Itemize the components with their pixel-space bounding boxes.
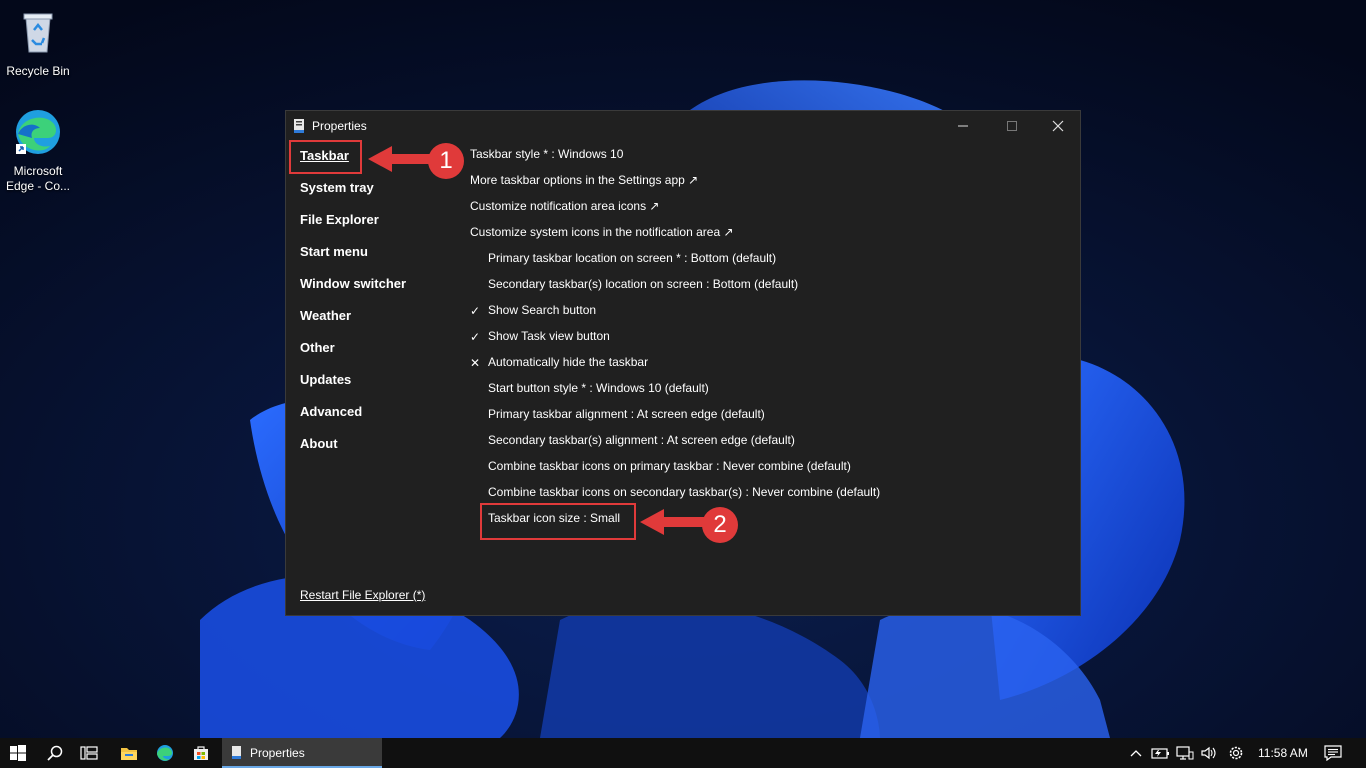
check-icon: ✓	[470, 304, 481, 318]
properties-task-button[interactable]: Properties	[222, 738, 382, 768]
nav-item-file-explorer[interactable]: File Explorer	[300, 213, 406, 245]
minimize-icon	[958, 125, 968, 127]
taskbar: Properties 11:58 AM	[0, 738, 1366, 768]
start-button[interactable]	[0, 738, 36, 768]
search-icon	[47, 745, 63, 761]
taskbar-clock[interactable]: 11:58 AM	[1258, 746, 1308, 760]
settings-list: Taskbar style * : Windows 10 More taskba…	[470, 147, 880, 537]
battery-icon	[1151, 748, 1169, 759]
maximize-icon	[1007, 121, 1017, 131]
restart-explorer-link[interactable]: Restart File Explorer (*)	[300, 588, 425, 602]
highlight-box-taskbar	[289, 140, 362, 174]
setting-combine-primary[interactable]: Combine taskbar icons on primary taskbar…	[470, 459, 880, 485]
edge-shortcut[interactable]: Microsoft Edge - Co...	[0, 108, 76, 194]
setting-show-search[interactable]: ✓ Show Search button	[470, 303, 880, 329]
volume-icon	[1201, 746, 1216, 760]
window-title: Properties	[312, 119, 367, 133]
setting-auto-hide[interactable]: ✕ Automatically hide the taskbar	[470, 355, 880, 381]
store-icon	[194, 746, 208, 760]
task-view-icon	[80, 746, 98, 760]
callout-2: 2	[702, 507, 738, 543]
check-icon: ✓	[470, 330, 481, 344]
show-hidden-icons-button[interactable]	[1126, 738, 1146, 768]
setting-taskbar-style[interactable]: Taskbar style * : Windows 10	[470, 147, 880, 173]
setting-system-icons-link[interactable]: Customize system icons in the notificati…	[470, 225, 880, 251]
properties-window: Properties Taskbar System tray File Expl…	[285, 110, 1081, 616]
edge-icon	[157, 745, 173, 761]
nav-item-start-menu[interactable]: Start menu	[300, 245, 406, 277]
recycle-bin-icon	[23, 13, 53, 53]
maximize-button[interactable]	[989, 111, 1035, 141]
nav-item-about[interactable]: About	[300, 437, 406, 469]
setting-start-button-style[interactable]: Start button style * : Windows 10 (defau…	[470, 381, 880, 407]
desktop-icon-label: Microsoft Edge - Co...	[5, 164, 71, 193]
setting-more-options-link[interactable]: More taskbar options in the Settings app…	[470, 173, 880, 199]
setting-notification-icons-link[interactable]: Customize notification area icons ↗	[470, 199, 880, 225]
nav-item-weather[interactable]: Weather	[300, 309, 406, 341]
app-icon	[232, 746, 241, 759]
battery-button[interactable]	[1148, 738, 1172, 768]
app-icon	[294, 119, 304, 133]
store-taskbar-button[interactable]	[184, 738, 218, 768]
minimize-button[interactable]	[940, 111, 986, 141]
search-button[interactable]	[38, 738, 72, 768]
task-view-button[interactable]	[72, 738, 106, 768]
start-icon	[10, 745, 26, 761]
close-icon	[1052, 120, 1064, 132]
setting-secondary-alignment[interactable]: Secondary taskbar(s) alignment : At scre…	[470, 433, 880, 459]
notification-center-button[interactable]	[1318, 738, 1348, 768]
setting-primary-alignment[interactable]: Primary taskbar alignment : At screen ed…	[470, 407, 880, 433]
nav-item-system-tray[interactable]: System tray	[300, 181, 406, 213]
nav-item-advanced[interactable]: Advanced	[300, 405, 406, 437]
notification-icon	[1324, 745, 1342, 761]
chevron-up-icon	[1130, 750, 1142, 757]
edge-taskbar-button[interactable]	[148, 738, 182, 768]
settings-nav: Taskbar System tray File Explorer Start …	[300, 149, 406, 469]
close-button[interactable]	[1035, 111, 1081, 141]
recycle-bin-shortcut[interactable]: Recycle Bin	[0, 8, 76, 79]
title-bar[interactable]: Properties	[286, 111, 1080, 141]
setting-primary-location[interactable]: Primary taskbar location on screen * : B…	[470, 251, 880, 277]
file-explorer-button[interactable]	[112, 738, 146, 768]
desktop-icon-label: Recycle Bin	[6, 64, 70, 78]
highlight-box-icon-size	[480, 503, 636, 540]
task-label: Properties	[250, 746, 305, 760]
nav-item-updates[interactable]: Updates	[300, 373, 406, 405]
nav-item-other[interactable]: Other	[300, 341, 406, 373]
cross-icon: ✕	[470, 356, 481, 370]
settings-icon	[1229, 746, 1243, 760]
setting-show-task-view[interactable]: ✓ Show Task view button	[470, 329, 880, 355]
edge-icon	[16, 110, 60, 154]
settings-tray-button[interactable]	[1224, 738, 1248, 768]
nav-item-window-switcher[interactable]: Window switcher	[300, 277, 406, 309]
file-explorer-icon	[121, 748, 137, 760]
setting-secondary-location[interactable]: Secondary taskbar(s) location on screen …	[470, 277, 880, 303]
volume-button[interactable]	[1198, 738, 1220, 768]
network-button[interactable]	[1174, 738, 1196, 768]
network-icon	[1176, 746, 1194, 760]
callout-1: 1	[428, 143, 464, 179]
